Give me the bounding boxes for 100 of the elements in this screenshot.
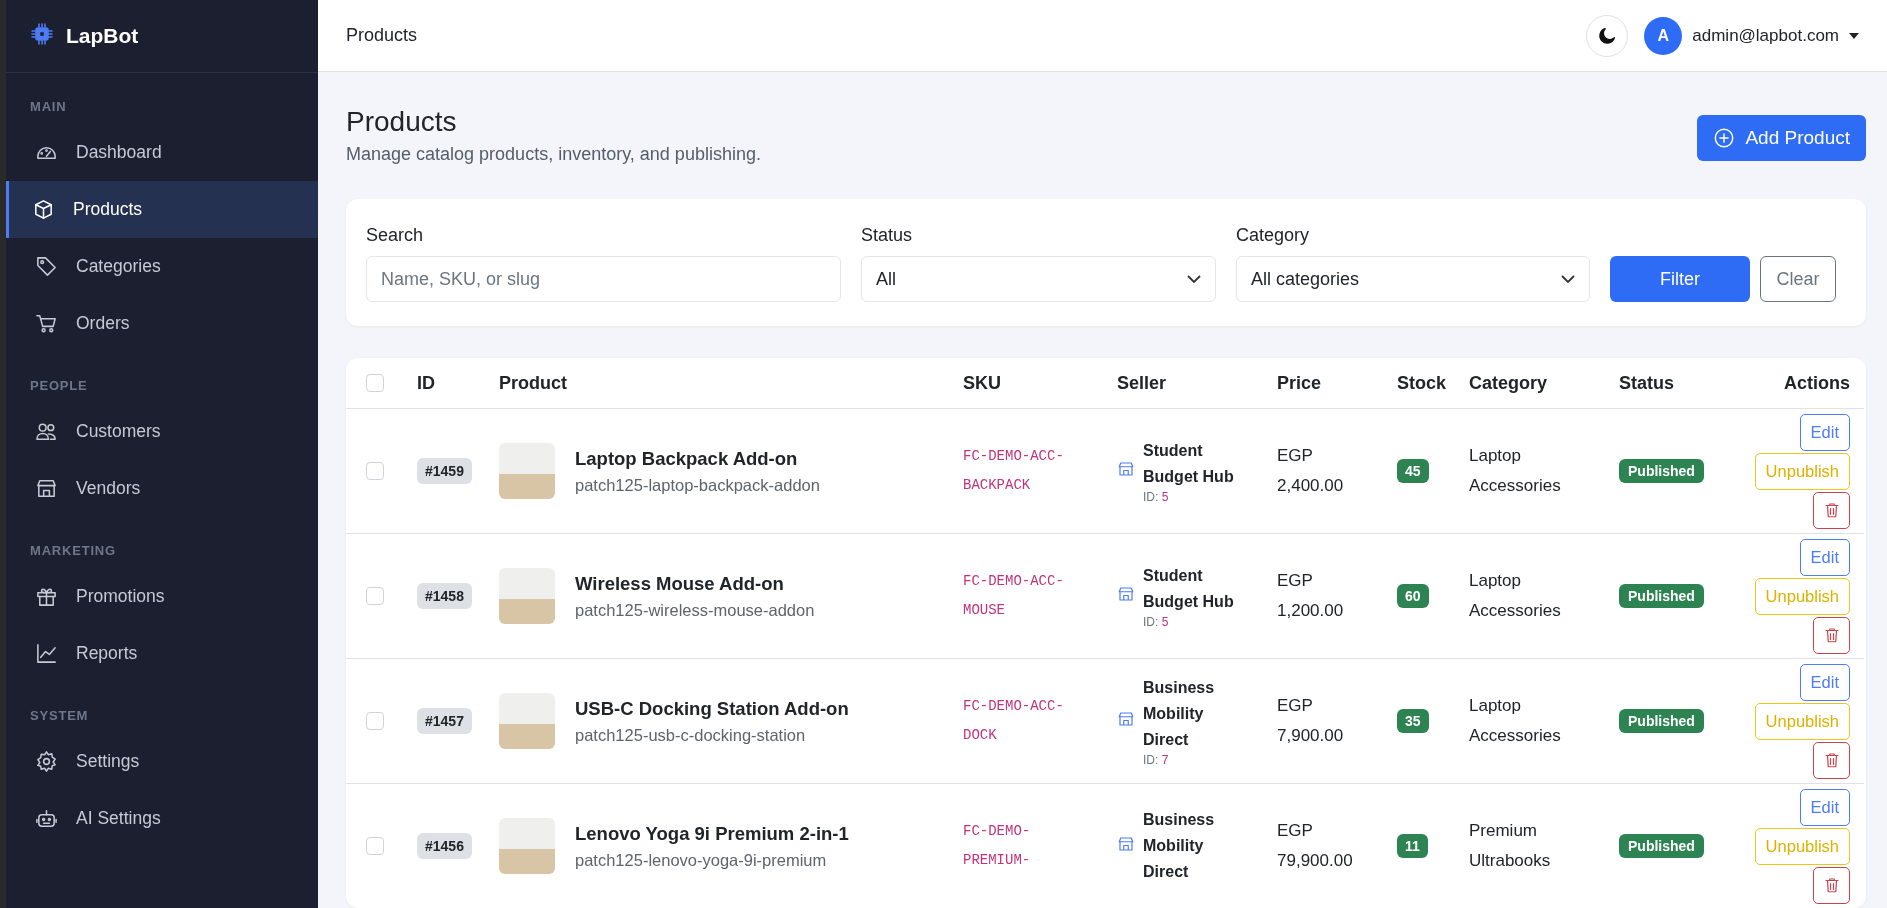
store-icon (1117, 709, 1135, 728)
shop-icon (35, 477, 58, 500)
store-icon (1117, 584, 1135, 603)
plus-circle-icon (1713, 127, 1736, 149)
trash-icon (1822, 626, 1841, 644)
breadcrumb: Products (346, 25, 419, 46)
column-header: Product (499, 372, 567, 394)
id-tag: #1457 (417, 708, 472, 734)
column-header: Stock (1397, 372, 1447, 394)
sidebar-item[interactable]: Categories (6, 238, 318, 295)
stock-badge: 60 (1397, 584, 1429, 608)
trash-icon (1822, 501, 1841, 519)
price-text: EGP 7,900.00 (1277, 695, 1345, 747)
user-email[interactable]: admin@lapbot.com (1692, 25, 1839, 46)
sidebar-item[interactable]: Reports (6, 625, 318, 682)
seller-name: Student Budget Hub (1143, 441, 1235, 487)
search-field[interactable]: Name, SKU, or slug (366, 256, 841, 302)
seller-name: Business Mobility Direct (1143, 810, 1216, 882)
product-slug: patch125-usb-c-docking-station (575, 725, 807, 745)
edit-button[interactable]: Edit (1799, 413, 1850, 451)
stock-badge: 35 (1397, 709, 1429, 733)
price-text: EGP 1,200.00 (1277, 570, 1345, 622)
sidebar-section-title: SYSTEM (29, 707, 90, 725)
chevron-down-icon (1561, 275, 1575, 283)
status-badge: Published (1619, 834, 1704, 858)
page-title: Products (346, 106, 458, 138)
trash-icon (1822, 876, 1841, 894)
sidebar-item[interactable]: Promotions (6, 568, 318, 625)
id-tag: #1456 (417, 833, 472, 859)
sidebar-section-title: MAIN (29, 98, 68, 116)
settings-icon (35, 750, 58, 773)
sidebar-item[interactable]: Products (6, 181, 318, 238)
column-header: Category (1469, 372, 1548, 394)
product-name: Wireless Mouse Add-on (575, 572, 785, 595)
edit-button[interactable]: Edit (1799, 663, 1850, 701)
category-text: Laptop Accessories (1469, 445, 1562, 497)
sidebar-item[interactable]: Orders (6, 295, 318, 352)
edit-button[interactable]: Edit (1799, 538, 1850, 576)
seller-name: Student Budget Hub (1143, 566, 1235, 612)
status-dropdown[interactable]: All (861, 256, 1216, 302)
chevron-down-icon (1187, 275, 1201, 283)
caret-icon[interactable] (1849, 32, 1859, 39)
stock-badge: 45 (1397, 459, 1429, 483)
sidebar-item[interactable]: Settings (6, 733, 318, 790)
column-header: Status (1619, 372, 1674, 394)
sku-text: FC-DEMO-ACC-DOCK (963, 697, 1065, 745)
filter-button[interactable]: Filter (1610, 256, 1750, 302)
store-icon (1117, 834, 1135, 853)
box-icon (32, 198, 55, 221)
trash-icon (1822, 751, 1841, 769)
stock-badge: 11 (1397, 834, 1428, 858)
product-name: Lenovo Yoga 9i Premium 2-in-1 (575, 822, 849, 845)
sidebar-item[interactable]: AI Settings (6, 790, 318, 847)
row-checkbox[interactable] (366, 587, 384, 605)
photo-placeholder (499, 818, 555, 874)
column-header: Actions (1784, 372, 1850, 394)
status-badge: Published (1619, 459, 1704, 483)
user-avatar[interactable]: A (1644, 16, 1683, 55)
line-chart-icon (35, 642, 58, 665)
delete-button[interactable] (1813, 491, 1850, 529)
product-name: USB-C Docking Station Add-on (575, 697, 849, 720)
robot-icon (35, 807, 58, 830)
brand-name: LapBot (66, 24, 139, 48)
add-product-button[interactable]: Add Product (1697, 115, 1866, 161)
category-text: Laptop Accessories (1469, 695, 1562, 747)
row-checkbox[interactable] (366, 712, 384, 730)
store-icon (1117, 459, 1135, 478)
sidebar-item[interactable]: Vendors (6, 460, 318, 517)
delete-button[interactable] (1813, 741, 1850, 779)
clear-button[interactable]: Clear (1760, 256, 1836, 302)
sidebar-item[interactable]: Customers (6, 403, 318, 460)
column-header: ID (417, 372, 435, 394)
product-slug: patch125-laptop-backpack-addon (575, 475, 820, 495)
field-label: Status (861, 225, 914, 246)
status-badge: Published (1619, 709, 1704, 733)
category-text: Laptop Accessories (1469, 570, 1562, 622)
column-header: Seller (1117, 372, 1167, 394)
status-badge: Published (1619, 584, 1704, 608)
field-label: Search (366, 225, 425, 246)
price-text: EGP 79,900.00 (1277, 820, 1354, 872)
column-header: Price (1277, 372, 1322, 394)
delete-button[interactable] (1813, 866, 1850, 904)
price-text: EGP 2,400.00 (1277, 445, 1345, 497)
sku-text: FC-DEMO-ACC-BACKPACK (963, 447, 1065, 495)
field-label: Category (1236, 225, 1311, 246)
chip-icon (30, 21, 54, 46)
sidebar-item[interactable]: Dashboard (6, 124, 318, 181)
sku-text: FC-DEMO-ACC-MOUSE (963, 572, 1065, 620)
photo-placeholder (499, 693, 555, 749)
photo-placeholder (499, 568, 555, 624)
category-dropdown[interactable]: All categories (1236, 256, 1590, 302)
delete-button[interactable] (1813, 616, 1850, 654)
row-checkbox[interactable] (366, 462, 384, 480)
id-tag: #1459 (417, 458, 472, 484)
seller-id: ID: 7 (1143, 753, 1170, 767)
sidebar-section-title: MARKETING (29, 542, 117, 560)
edit-button[interactable]: Edit (1799, 788, 1850, 826)
row-checkbox[interactable] (366, 837, 384, 855)
select-all-checkbox[interactable] (366, 374, 384, 392)
id-tag: #1458 (417, 583, 472, 609)
